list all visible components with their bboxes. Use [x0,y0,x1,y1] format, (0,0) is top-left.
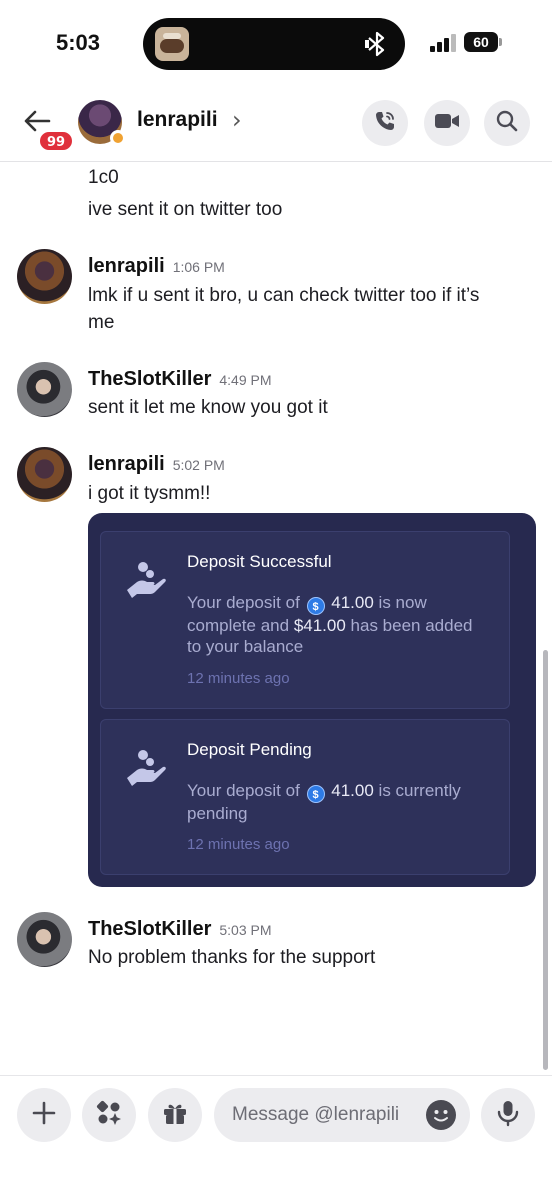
message-composer [0,1075,552,1200]
battery-cap [499,38,502,46]
message-text: 1c0 [88,167,119,188]
message-timestamp: 4:49 PM [219,372,272,388]
video-camera-icon [434,111,460,135]
message-list[interactable]: 1c0 ive sent it on twitter too lenrapili… [0,163,552,1075]
card-title: Deposit Successful [187,552,332,571]
apps-icon [95,1099,123,1131]
message-timestamp: 1:06 PM [172,259,225,275]
card-text: Your deposit of $ 41.00 is currently pen… [187,781,461,823]
status-bar: 5:03 60 [0,0,552,92]
bluetooth-icon [365,31,389,64]
message-text: ive sent it on twitter too [88,199,283,220]
message-text: i got it tysmm!! [88,483,211,504]
cellular-signal-icon [430,34,458,52]
message-text: me [88,312,115,333]
deposit-successful-card: Deposit Successful Your deposit of $ 41.… [100,531,510,709]
gift-icon [161,1099,189,1131]
avatar[interactable] [17,362,72,417]
apps-button[interactable] [82,1088,136,1142]
voice-call-button[interactable] [362,100,408,146]
card-title: Deposit Pending [187,740,312,759]
search-icon [495,109,519,137]
avatar[interactable] [17,249,72,304]
plus-icon [31,1100,57,1130]
message-text: sent it let me know you got it [88,397,328,418]
message-author[interactable]: lenrapili 1:06 PM [88,255,225,278]
idle-status-icon [110,130,126,146]
unread-badge: 99 [38,130,74,152]
scrollbar[interactable] [543,650,548,1070]
chevron-right-icon[interactable]: › [232,106,242,134]
usdc-coin-icon: $ [306,785,325,803]
hand-coin-icon [123,746,167,790]
emoji-icon[interactable] [426,1100,456,1130]
deposit-screenshot-embed[interactable]: Deposit Successful Your deposit of $ 41.… [88,513,536,887]
battery-indicator: 60 [464,32,498,52]
phone-icon [373,109,397,137]
channel-name[interactable]: lenrapili [137,108,218,132]
chat-header: 99 lenrapili › [0,92,552,162]
voice-message-button[interactable] [481,1088,535,1142]
message-author[interactable]: lenrapili 5:02 PM [88,453,225,476]
card-timestamp: 12 minutes ago [187,836,290,853]
gift-button[interactable] [148,1088,202,1142]
dynamic-island[interactable] [143,18,405,70]
video-call-button[interactable] [424,100,470,146]
microphone-icon [495,1099,521,1131]
add-attachment-button[interactable] [17,1088,71,1142]
avatar[interactable] [17,447,72,502]
search-button[interactable] [484,100,530,146]
status-time: 5:03 [56,30,101,55]
message-text: No problem thanks for the support [88,947,376,968]
message-author[interactable]: TheSlotKiller 4:49 PM [88,368,272,391]
message-timestamp: 5:03 PM [219,922,272,938]
deposit-pending-card: Deposit Pending Your deposit of $ 41.00 … [100,719,510,875]
message-timestamp: 5:02 PM [172,457,225,473]
card-timestamp: 12 minutes ago [187,670,290,687]
hand-coin-icon [123,558,167,602]
avatar[interactable] [17,912,72,967]
usdc-coin-icon: $ [306,597,325,615]
message-author[interactable]: TheSlotKiller 5:03 PM [88,918,272,941]
message-text: lmk if u sent it bro, u can check twitte… [88,285,480,306]
now-playing-thumbnail [155,27,189,61]
card-text: Your deposit of $ 41.00 is now complete … [187,593,473,656]
